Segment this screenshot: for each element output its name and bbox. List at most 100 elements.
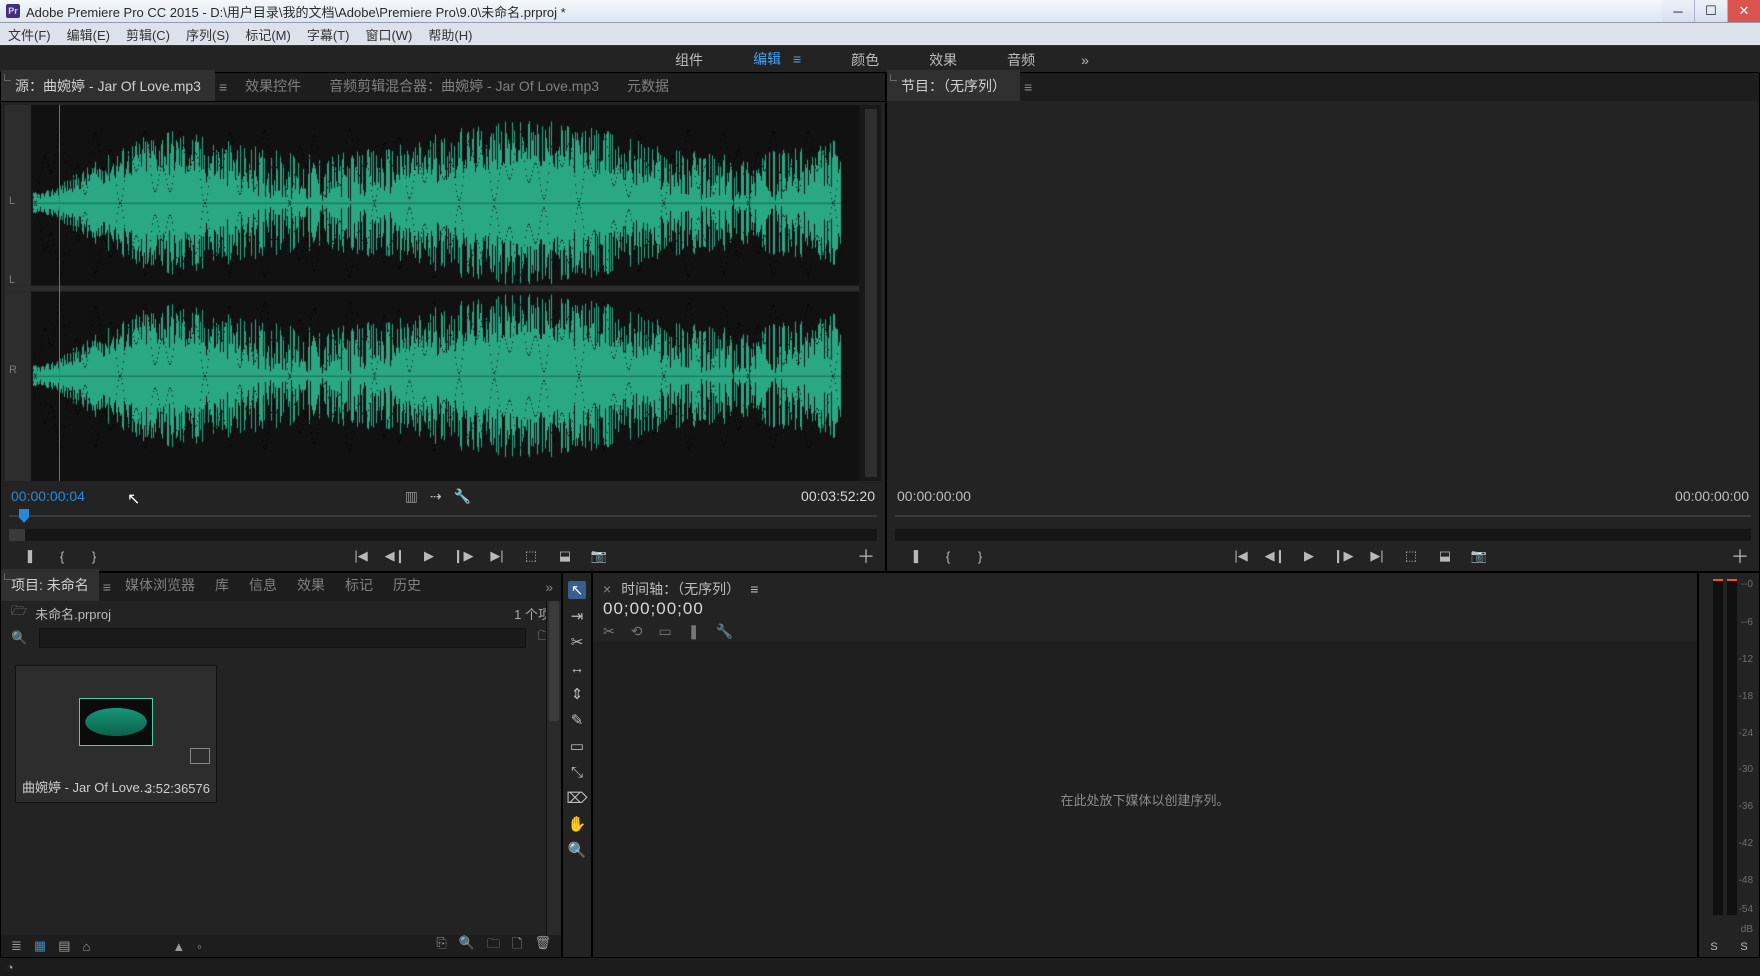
waveform-scrollbar[interactable]	[865, 109, 877, 477]
project-scrollbar[interactable]	[546, 601, 561, 935]
menu-file[interactable]: 文件(F)	[0, 25, 59, 44]
new-bin-icon[interactable]: 🗀	[487, 935, 500, 957]
workspace-color[interactable]: 颜色	[837, 46, 893, 74]
project-tab-info[interactable]: 信息	[239, 569, 287, 601]
source-tab-clip[interactable]: 源：曲婉婷 - Jar Of Love.mp3	[1, 70, 215, 101]
go-to-out-icon[interactable]: ▶|	[488, 547, 506, 565]
p-play-icon[interactable]: ▶	[1300, 547, 1318, 565]
wrench-icon[interactable]: 🔧	[454, 488, 471, 505]
project-bin-grid[interactable]: 曲婉婷 - Jar Of Love... 3:52:36576	[1, 651, 561, 935]
tool-slip[interactable]: ▭	[568, 737, 586, 755]
tool-rolling-edit[interactable]: ↔	[568, 659, 586, 677]
p-export-frame-icon[interactable]: 📷	[1470, 547, 1488, 565]
source-tab-metadata[interactable]: 元数据	[613, 70, 683, 101]
menu-help[interactable]: 帮助(H)	[420, 25, 480, 44]
zoom-slider-icon[interactable]: ◦	[197, 939, 202, 954]
menu-clip[interactable]: 剪辑(C)	[118, 25, 178, 44]
source-tab-audio-mixer[interactable]: 音频剪辑混合器：曲婉婷 - Jar Of Love.mp3	[315, 70, 613, 101]
button-editor-icon[interactable]: ＋	[857, 547, 875, 565]
tool-zoom[interactable]: 🔍	[568, 841, 586, 859]
play-icon[interactable]: ▶	[420, 547, 438, 565]
window-close-button[interactable]: ✕	[1727, 0, 1760, 22]
sort-icon[interactable]: ⌂	[83, 939, 91, 954]
timeline-tab-close-icon[interactable]: ×	[603, 581, 611, 597]
project-tab-markers[interactable]: 标记	[335, 569, 383, 601]
mark-out-icon[interactable]: }	[85, 547, 103, 565]
p-mark-in-icon[interactable]: {	[939, 547, 957, 565]
project-tab-menu-icon[interactable]: ≡	[99, 573, 115, 601]
insert-icon[interactable]: ⬚	[522, 547, 540, 565]
tl-nest-icon[interactable]: ✂	[603, 623, 615, 640]
icon-view-icon[interactable]: ▦	[34, 938, 46, 954]
step-forward-icon[interactable]: ❙▶	[454, 547, 472, 565]
project-tab-project[interactable]: 项目: 未命名	[1, 569, 99, 601]
source-waveform[interactable]: L L R	[5, 105, 881, 481]
project-clip[interactable]: 曲婉婷 - Jar Of Love... 3:52:36576	[15, 665, 217, 803]
tool-hand[interactable]: ✋	[568, 815, 586, 833]
p-lift-icon[interactable]: ⬚	[1402, 547, 1420, 565]
p-mark-out-icon[interactable]: }	[971, 547, 989, 565]
program-tab-menu-icon[interactable]: ≡	[1020, 73, 1036, 101]
p-step-back-icon[interactable]: ◀❙	[1266, 547, 1284, 565]
tool-selection[interactable]: ↖	[568, 581, 586, 599]
project-tab-effects[interactable]: 效果	[287, 569, 335, 601]
source-current-tc[interactable]: 00:00:00:04	[11, 488, 85, 504]
source-playhead-marker[interactable]	[19, 509, 29, 523]
timeline-timecode[interactable]: 00;00;00;00	[603, 599, 1687, 619]
project-tab-history[interactable]: 历史	[383, 569, 431, 601]
program-scrubber[interactable]	[895, 507, 1751, 529]
p-step-forward-icon[interactable]: ❙▶	[1334, 547, 1352, 565]
list-view-icon[interactable]: ≣	[11, 938, 22, 954]
render-info-icon[interactable]: ◔	[6, 960, 14, 975]
program-tab[interactable]: 节目：（无序列）	[887, 70, 1020, 101]
go-to-in-icon[interactable]: |◀	[352, 547, 370, 565]
menu-window[interactable]: 窗口(W)	[357, 25, 420, 44]
tl-snap-icon[interactable]: ⟲	[631, 623, 643, 640]
timeline-tab[interactable]: 时间轴：（无序列）	[621, 579, 740, 599]
timeline-tab-menu-icon[interactable]: ≡	[750, 581, 758, 597]
meter-solo-r[interactable]: S	[1740, 941, 1747, 957]
project-tab-media-browser[interactable]: 媒体浏览器	[115, 569, 205, 601]
window-minimize-button[interactable]: ─	[1662, 0, 1694, 22]
project-tab-overflow[interactable]: »	[537, 573, 561, 601]
window-maximize-button[interactable]: ☐	[1694, 0, 1727, 22]
tl-markers-icon[interactable]: ❚	[688, 623, 700, 640]
menu-sequence[interactable]: 序列(S)	[178, 25, 237, 44]
source-scrubber[interactable]	[9, 507, 877, 529]
automate-to-seq-icon[interactable]: ⎘	[436, 935, 446, 957]
tool-pen[interactable]: ⌦	[568, 789, 586, 807]
source-tab-effect-controls[interactable]: 效果控件	[231, 70, 315, 101]
add-marker-icon[interactable]: ❚	[21, 547, 39, 565]
tool-ripple-edit[interactable]: ✂	[568, 633, 586, 651]
resolution-icon[interactable]: ▥	[405, 488, 418, 505]
tool-rate-stretch[interactable]: ⇕	[568, 685, 586, 703]
zoom-handle[interactable]	[9, 529, 25, 541]
tool-razor[interactable]: ✎	[568, 711, 586, 729]
project-search-input[interactable]	[39, 628, 526, 648]
p-go-to-in-icon[interactable]: |◀	[1232, 547, 1250, 565]
p-add-marker-icon[interactable]: ❚	[907, 547, 925, 565]
overwrite-icon[interactable]: ⬓	[556, 547, 574, 565]
tl-link-icon[interactable]: ▭	[658, 623, 671, 640]
program-current-tc[interactable]: 00:00:00:00	[897, 488, 971, 504]
workspace-editing[interactable]: 编辑 ≡	[739, 45, 815, 75]
meter-solo-l[interactable]: S	[1710, 941, 1717, 957]
menu-title[interactable]: 字幕(T)	[299, 25, 358, 44]
menu-edit[interactable]: 编辑(E)	[59, 25, 118, 44]
tl-settings-icon[interactable]: 🔧	[715, 623, 732, 640]
menu-marker[interactable]: 标记(M)	[237, 25, 299, 44]
timeline-drop-area[interactable]: 在此处放下媒体以创建序列。	[593, 641, 1697, 957]
p-button-editor-icon[interactable]: ＋	[1731, 547, 1749, 565]
tool-slide[interactable]: ⤡	[568, 763, 586, 781]
export-frame-icon[interactable]: 📷	[590, 547, 608, 565]
freeform-view-icon[interactable]: ▤	[58, 938, 70, 954]
tool-track-select[interactable]: ⇥	[568, 607, 586, 625]
source-tab-menu-icon[interactable]: ≡	[215, 73, 231, 101]
playhead[interactable]	[59, 105, 60, 481]
project-tab-library[interactable]: 库	[205, 569, 239, 601]
p-extract-icon[interactable]: ⬓	[1436, 547, 1454, 565]
zoom-slider-left-icon[interactable]: ▲	[172, 939, 185, 954]
new-item-icon[interactable]: 🗋	[512, 935, 522, 957]
search-icon[interactable]: 🔍	[11, 630, 27, 646]
fit-icon[interactable]: ⇢	[430, 488, 442, 505]
